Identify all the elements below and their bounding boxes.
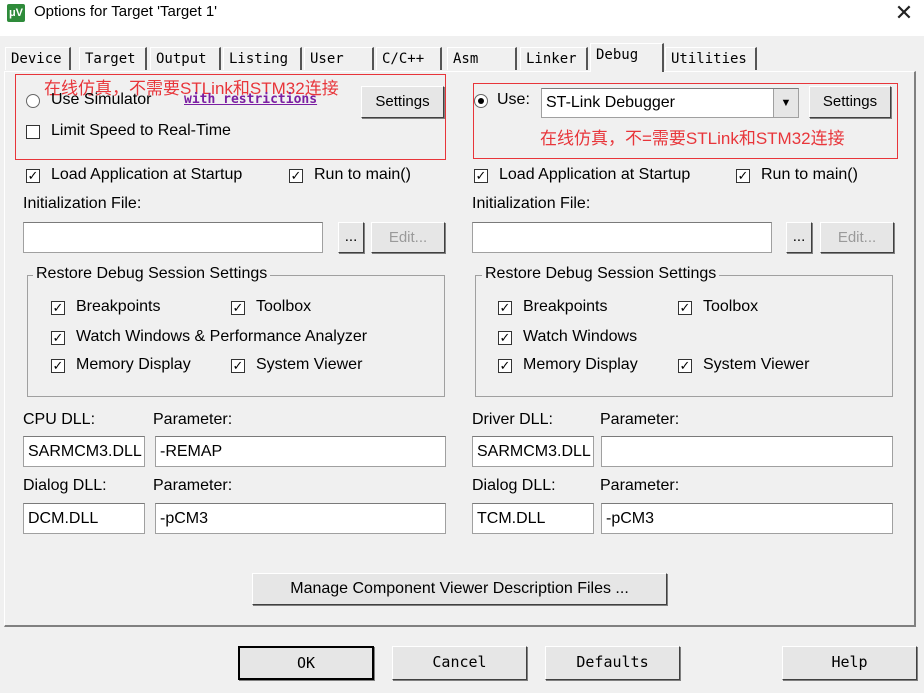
right-toolbox-label: Toolbox — [703, 298, 759, 315]
left-memory-display-label: Memory Display — [76, 356, 191, 373]
driver-dll-input[interactable]: SARMCM3.DLL — [472, 436, 594, 467]
right-init-file-input[interactable] — [472, 222, 772, 253]
left-dialog-param-label: Parameter: — [153, 477, 233, 494]
tab-target[interactable]: Target — [79, 47, 147, 70]
right-breakpoints-label: Breakpoints — [523, 298, 608, 315]
use-label: Use: — [497, 91, 530, 108]
right-system-viewer-checkbox[interactable]: ✓ — [678, 359, 692, 373]
right-memory-display-label: Memory Display — [523, 356, 638, 373]
left-breakpoints-label: Breakpoints — [76, 298, 161, 315]
left-system-viewer-checkbox[interactable]: ✓ — [231, 359, 245, 373]
app-icon: μV — [7, 4, 25, 22]
left-restore-title: Restore Debug Session Settings — [33, 265, 271, 283]
right-run-to-main-checkbox[interactable]: ✓ — [736, 169, 750, 183]
right-watch-windows-checkbox[interactable]: ✓ — [498, 331, 512, 345]
cancel-button[interactable]: Cancel — [392, 646, 527, 680]
defaults-button[interactable]: Defaults — [545, 646, 680, 680]
left-edit-button[interactable]: Edit... — [371, 222, 445, 253]
right-dialog-dll-label: Dialog DLL: — [472, 477, 556, 494]
left-dialog-dll-label: Dialog DLL: — [23, 477, 107, 494]
driver-param-input[interactable] — [601, 436, 893, 467]
chevron-down-icon[interactable]: ▼ — [773, 89, 798, 117]
right-load-app-label: Load Application at Startup — [499, 166, 691, 183]
tab-listing[interactable]: Listing — [223, 47, 302, 70]
right-init-file-label: Initialization File: — [472, 195, 591, 212]
right-load-app-checkbox[interactable]: ✓ — [474, 169, 488, 183]
manage-component-viewer-button[interactable]: Manage Component Viewer Description File… — [252, 573, 667, 605]
right-toolbox-checkbox[interactable]: ✓ — [678, 301, 692, 315]
right-dialog-dll-input[interactable]: TCM.DLL — [472, 503, 594, 534]
right-annotation-text: 在线仿真，不=需要STLink和STM32连接 — [540, 129, 845, 148]
left-toolbox-checkbox[interactable]: ✓ — [231, 301, 245, 315]
driver-dll-label: Driver DLL: — [472, 411, 553, 428]
help-button[interactable]: Help — [782, 646, 917, 680]
right-breakpoints-checkbox[interactable]: ✓ — [498, 301, 512, 315]
close-icon[interactable]: ✕ — [890, 0, 918, 28]
tab-asm[interactable]: Asm — [447, 47, 517, 70]
left-init-file-label: Initialization File: — [23, 195, 142, 212]
tab-linker[interactable]: Linker — [520, 47, 588, 70]
debugger-select[interactable]: ST-Link Debugger ▼ — [541, 88, 799, 118]
right-watch-windows-label: Watch Windows — [523, 328, 638, 345]
use-debugger-radio[interactable] — [474, 94, 488, 108]
right-browse-button[interactable]: ... — [786, 222, 812, 253]
left-init-file-input[interactable] — [23, 222, 323, 253]
left-run-to-main-checkbox[interactable]: ✓ — [289, 169, 303, 183]
left-memory-display-checkbox[interactable]: ✓ — [51, 359, 65, 373]
driver-param-label: Parameter: — [600, 411, 680, 428]
simulator-settings-button[interactable]: Settings — [361, 86, 444, 118]
right-run-to-main-label: Run to main() — [761, 166, 858, 183]
right-dialog-param-label: Parameter: — [600, 477, 680, 494]
ok-button[interactable]: OK — [238, 646, 374, 680]
tab-utilities[interactable]: Utilities — [665, 47, 757, 70]
left-dialog-dll-input[interactable]: DCM.DLL — [23, 503, 145, 534]
tab-output[interactable]: Output — [150, 47, 221, 70]
left-dialog-param-input[interactable]: -pCM3 — [155, 503, 446, 534]
right-dialog-param-input[interactable]: -pCM3 — [601, 503, 893, 534]
tab-device[interactable]: Device — [5, 47, 71, 70]
right-memory-display-checkbox[interactable]: ✓ — [498, 359, 512, 373]
right-restore-title: Restore Debug Session Settings — [482, 265, 720, 283]
limit-speed-label: Limit Speed to Real-Time — [51, 122, 231, 139]
left-breakpoints-checkbox[interactable]: ✓ — [51, 301, 65, 315]
left-browse-button[interactable]: ... — [338, 222, 364, 253]
debugger-select-value: ST-Link Debugger — [546, 94, 675, 111]
use-simulator-label: Use Simulator — [51, 91, 152, 108]
left-run-to-main-label: Run to main() — [314, 166, 411, 183]
cpu-dll-input[interactable]: SARMCM3.DLL — [23, 436, 145, 467]
use-simulator-radio[interactable] — [26, 94, 40, 108]
debugger-settings-button[interactable]: Settings — [809, 86, 891, 118]
cpu-param-label: Parameter: — [153, 411, 233, 428]
left-toolbox-label: Toolbox — [256, 298, 312, 315]
right-system-viewer-label: System Viewer — [703, 356, 810, 373]
left-load-app-checkbox[interactable]: ✓ — [26, 169, 40, 183]
cpu-dll-label: CPU DLL: — [23, 411, 96, 428]
tab-debug[interactable]: Debug — [590, 43, 664, 72]
left-watch-windows-checkbox[interactable]: ✓ — [51, 331, 65, 345]
left-load-app-label: Load Application at Startup — [51, 166, 243, 183]
tab-user[interactable]: User — [304, 47, 374, 70]
window-title: Options for Target 'Target 1' — [34, 3, 218, 20]
cpu-param-input[interactable]: -REMAP — [155, 436, 446, 467]
with-restrictions-link[interactable]: with restrictions — [184, 92, 317, 107]
tab-c-cpp[interactable]: C/C++ — [376, 47, 442, 70]
left-system-viewer-label: System Viewer — [256, 356, 363, 373]
left-watch-windows-label: Watch Windows & Performance Analyzer — [76, 328, 368, 345]
limit-speed-checkbox[interactable] — [26, 125, 40, 139]
right-edit-button[interactable]: Edit... — [820, 222, 894, 253]
